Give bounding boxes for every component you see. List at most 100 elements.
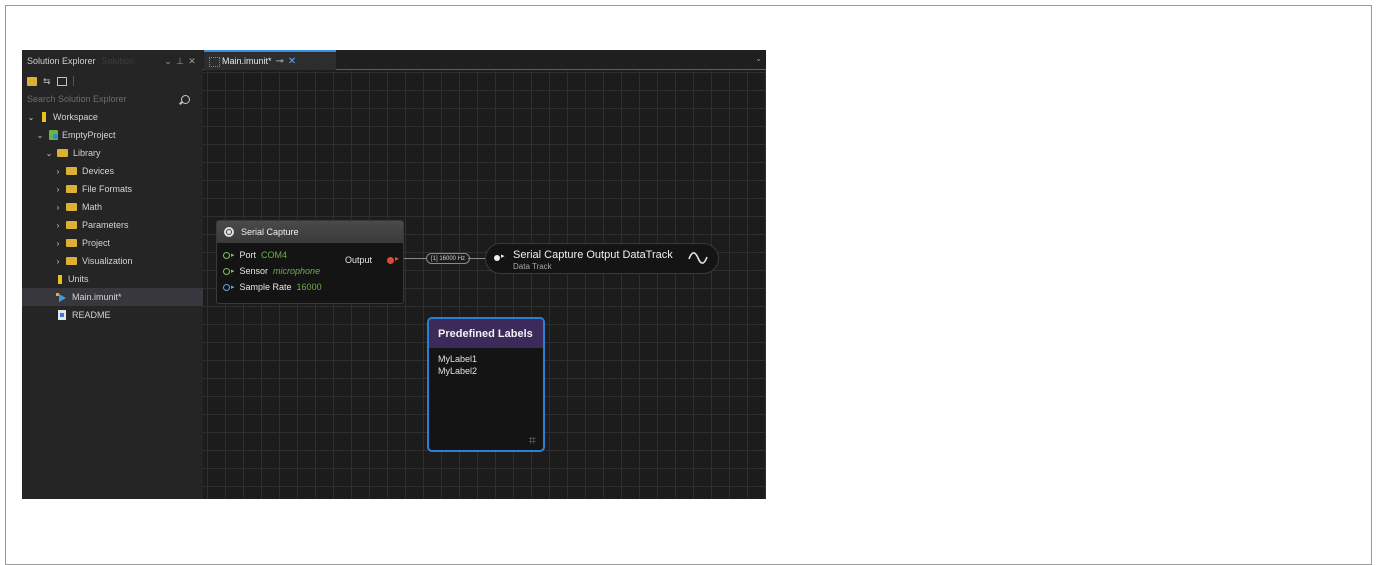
folder-icon: [66, 239, 77, 247]
document-icon: [58, 310, 66, 320]
folder-icon: [66, 185, 77, 193]
sensor-row[interactable]: ▸ Sensor microphone: [217, 263, 403, 279]
chevron-right-icon[interactable]: ›: [53, 203, 63, 212]
tree-item-parameters[interactable]: › Parameters: [22, 216, 203, 234]
tree-item-label: Devices: [82, 166, 115, 176]
serial-capture-header[interactable]: Serial Capture: [217, 221, 403, 243]
unit-file-icon: [209, 57, 220, 67]
tree-item-label: README: [72, 310, 111, 320]
open-folder-icon[interactable]: [27, 76, 37, 86]
folder-icon: [66, 203, 77, 211]
solution-explorer: Solution Explorer Solution ⌄ ⊥ ✕ ⇆ Searc…: [22, 50, 203, 499]
pin-icon[interactable]: ⊸: [276, 56, 284, 67]
input-pin[interactable]: [223, 267, 230, 275]
units-icon: [58, 274, 62, 284]
waveform-icon: [688, 252, 708, 264]
node-title: Predefined Labels: [438, 327, 533, 340]
tree-item-workspace[interactable]: ⌄ Workspace: [22, 108, 203, 126]
tree-item-emptyproject[interactable]: ⌄ EmptyProject: [22, 126, 203, 144]
gear-icon: [224, 227, 234, 237]
serial-capture-node[interactable]: Serial Capture ▸ Port COM4 ▸ Sensor micr…: [216, 220, 404, 304]
solution-explorer-title-faded: Solution: [101, 56, 135, 66]
label-item[interactable]: MyLabel1: [438, 353, 534, 365]
tree-item-label: Main.imunit*: [72, 292, 122, 302]
editor-area: Main.imunit* ⊸ ✕ ⌄ Serial Capture ▸ Port…: [203, 50, 766, 499]
labels-list[interactable]: MyLabel1 MyLabel2: [429, 348, 543, 382]
pin-arrow-icon: ▸: [395, 254, 400, 263]
tree-item-math[interactable]: › Math: [22, 198, 203, 216]
chevron-right-icon[interactable]: ›: [53, 257, 63, 266]
sample-rate-row[interactable]: ▸ Sample Rate 16000: [217, 279, 403, 295]
node-graph-canvas[interactable]: Serial Capture ▸ Port COM4 ▸ Sensor micr…: [203, 71, 766, 499]
node-title: Serial Capture: [241, 227, 299, 237]
close-icon[interactable]: ✕: [288, 56, 296, 67]
port-value[interactable]: COM4: [261, 250, 287, 260]
tree-item-library[interactable]: ⌄ Library: [22, 144, 203, 162]
sample-rate-value[interactable]: 16000: [297, 282, 322, 292]
chevron-down-icon[interactable]: ⌄: [26, 113, 36, 122]
sample-rate-label: Sample Rate: [239, 282, 292, 292]
workspace-icon: [42, 112, 46, 122]
predefined-labels-node[interactable]: Predefined Labels MyLabel1 MyLabel2: [427, 317, 545, 452]
tab-main-imunit[interactable]: Main.imunit* ⊸ ✕: [204, 50, 336, 70]
connection-rate-badge: [1] 16000 Hz: [426, 253, 471, 264]
tab-label: Main.imunit*: [222, 56, 272, 66]
pin-arrow-icon: ▸: [501, 253, 505, 260]
folder-icon: [66, 221, 77, 229]
close-icon[interactable]: ✕: [186, 56, 198, 67]
input-pin[interactable]: [494, 255, 500, 261]
label-item[interactable]: MyLabel2: [438, 365, 534, 377]
sync-icon[interactable]: ⇆: [43, 76, 51, 86]
chevron-right-icon[interactable]: ›: [53, 185, 63, 194]
chevron-right-icon[interactable]: ›: [53, 221, 63, 230]
tree-item-project[interactable]: › Project: [22, 234, 203, 252]
unit-file-icon: [56, 292, 67, 302]
tree-item-file-formats[interactable]: › File Formats: [22, 180, 203, 198]
folder-icon: [66, 167, 77, 175]
tree-item-label: Parameters: [82, 220, 129, 230]
output-pin[interactable]: [387, 257, 394, 264]
collapse-all-icon[interactable]: [56, 76, 67, 86]
resize-grip-icon[interactable]: [529, 437, 536, 444]
tree-item-label: Library: [73, 148, 101, 158]
tree-item-label: Visualization: [82, 256, 133, 266]
chevron-down-icon[interactable]: ⌄: [35, 131, 45, 140]
chevron-right-icon[interactable]: ›: [53, 239, 63, 248]
node-subtitle: Data Track: [513, 262, 552, 271]
tree-item-readme[interactable]: README: [22, 306, 203, 324]
sensor-value[interactable]: microphone: [273, 266, 320, 276]
search-input[interactable]: Search Solution Explorer: [27, 94, 127, 104]
tree-item-label: EmptyProject: [62, 130, 116, 140]
solution-explorer-title: Solution Explorer: [27, 56, 96, 66]
sensor-label: Sensor: [239, 266, 269, 276]
folder-icon: [66, 257, 77, 265]
port-row[interactable]: ▸ Port COM4: [217, 247, 403, 263]
pin-arrow-icon: ▸: [231, 268, 235, 275]
project-icon: [49, 130, 58, 140]
chevron-down-icon[interactable]: ⌄: [162, 56, 174, 67]
search-icon[interactable]: [181, 94, 190, 104]
pin-arrow-icon: ▸: [231, 284, 235, 291]
predefined-labels-header[interactable]: Predefined Labels: [429, 319, 543, 348]
output-label: Output: [345, 255, 373, 265]
chevron-right-icon[interactable]: ›: [53, 167, 63, 176]
chevron-down-icon[interactable]: ⌄: [755, 54, 762, 63]
pin-arrow-icon: ▸: [231, 252, 235, 259]
input-pin[interactable]: [223, 251, 230, 259]
connection-wire[interactable]: [404, 258, 426, 259]
search-box[interactable]: Search Solution Explorer: [22, 90, 203, 108]
tree-item-label: File Formats: [82, 184, 133, 194]
tree-item-devices[interactable]: › Devices: [22, 162, 203, 180]
port-label: Port: [239, 250, 257, 260]
data-track-node[interactable]: Serial Capture Output DataTrack Data Tra…: [485, 243, 719, 274]
tree-item-main-imunit[interactable]: Main.imunit*: [22, 288, 203, 306]
toolbar-separator: [72, 76, 74, 86]
tree-item-units[interactable]: Units: [22, 270, 203, 288]
tab-bar: Main.imunit* ⊸ ✕ ⌄: [203, 50, 766, 70]
input-pin[interactable]: [223, 283, 230, 291]
chevron-down-icon[interactable]: ⌄: [44, 149, 54, 158]
pin-icon[interactable]: ⊥: [174, 56, 186, 67]
tree-item-visualization[interactable]: › Visualization: [22, 252, 203, 270]
tree-item-label: Project: [82, 238, 111, 248]
tree-item-label: Math: [82, 202, 103, 212]
